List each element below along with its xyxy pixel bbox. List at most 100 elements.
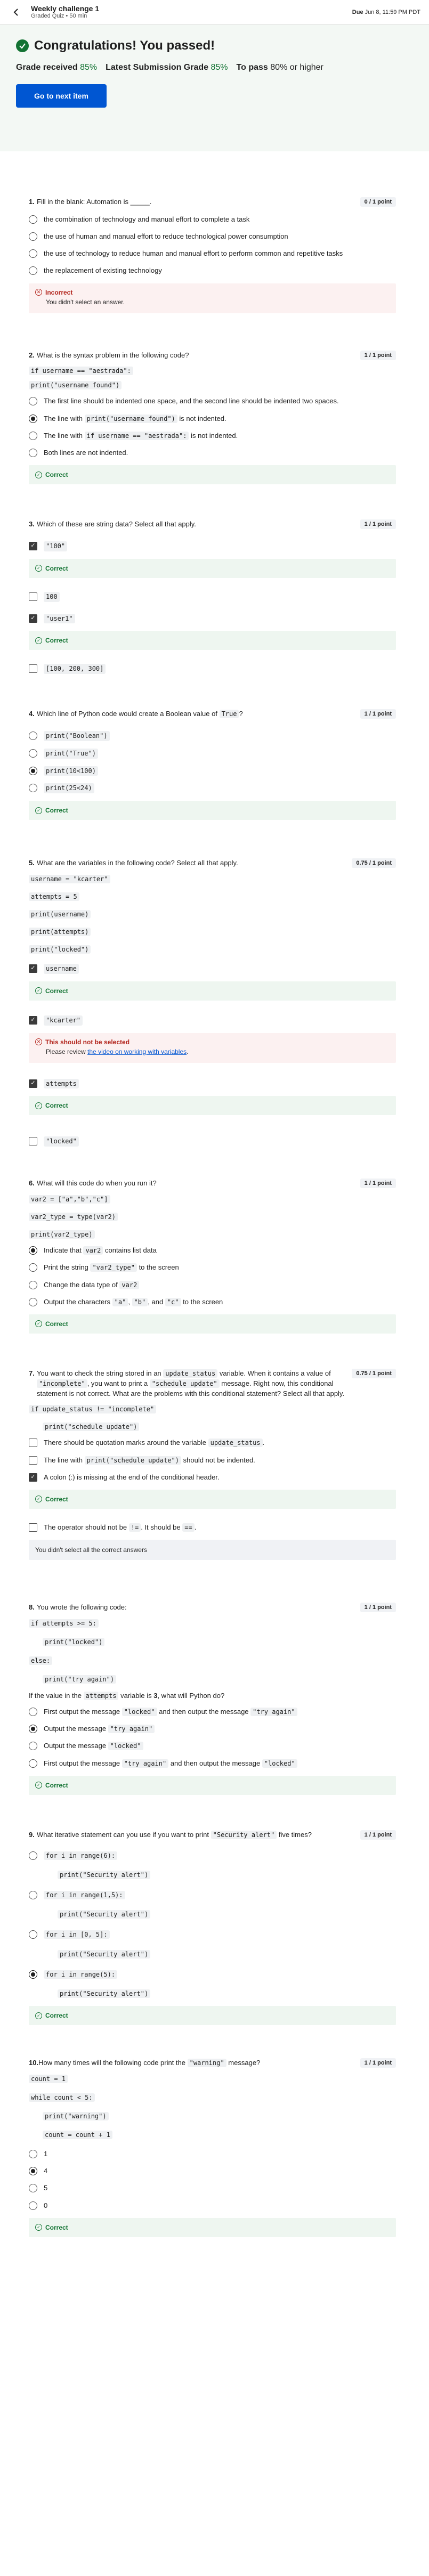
option[interactable]: print("True") [29,748,396,759]
option-label: The operator should not be !=. It should… [44,1523,196,1532]
option[interactable]: print("Boolean") [29,731,396,741]
checkbox[interactable] [29,1523,37,1532]
option[interactable]: for i in range(5): print("Security alert"… [29,1970,396,1998]
back-arrow-icon[interactable] [9,4,25,20]
option[interactable]: ✓ A colon (:) is missing at the end of th… [29,1473,396,1482]
checkbox-checked[interactable]: ✓ [29,964,37,973]
quiz-title: Weekly challenge 1 [31,4,100,13]
option[interactable]: The first line should be indented one sp… [29,396,396,406]
radio[interactable] [29,215,37,224]
option-label: The line with print("username found") is… [44,414,226,424]
option[interactable]: ✓ username [29,964,396,974]
option-text: Indicate that [44,1246,82,1255]
question-number: 4. [29,710,35,718]
radio[interactable] [29,2184,37,2193]
radio-selected[interactable] [29,414,37,423]
code-line: print(username) [29,910,91,919]
option[interactable]: 100 [29,591,396,602]
checkbox-checked[interactable]: ✓ [29,1079,37,1088]
option[interactable]: There should be quotation marks around t… [29,1438,396,1448]
radio[interactable] [29,431,37,440]
option[interactable]: the use of technology to reduce human an… [29,249,396,258]
radio-selected[interactable] [29,1970,37,1979]
option[interactable]: 4 [29,2166,396,2176]
radio[interactable] [29,2201,37,2210]
option-text: The line with [44,431,83,440]
radio-selected[interactable] [29,1246,37,1255]
option[interactable]: [100, 200, 300] [29,664,396,675]
option[interactable]: ✓ "100" [29,541,396,551]
radio-selected[interactable] [29,766,37,775]
checkbox[interactable] [29,664,37,673]
option[interactable]: Change the data type of var2 [29,1280,396,1290]
option[interactable]: the replacement of existing technology [29,266,396,275]
points-badge: 1 / 1 point [360,2058,396,2068]
option-label: Print the string "var2_type" to the scre… [44,1263,179,1272]
option[interactable]: for i in range(6): print("Security alert"… [29,1851,396,1880]
option-code: "kcarter" [44,1015,83,1026]
option[interactable]: for i in [0, 5]: print("Security alert") [29,1930,396,1959]
option[interactable]: 5 [29,2183,396,2193]
option[interactable]: ✓ "kcarter" [29,1015,396,1026]
radio[interactable] [29,1851,37,1860]
option[interactable]: Both lines are not indented. [29,448,396,458]
radio[interactable] [29,1930,37,1939]
radio[interactable] [29,784,37,793]
option[interactable]: "locked" [29,1136,396,1147]
radio[interactable] [29,1708,37,1716]
option[interactable]: Print the string "var2_type" to the scre… [29,1263,396,1272]
radio[interactable] [29,1742,37,1751]
option[interactable]: the combination of technology and manual… [29,215,396,224]
radio[interactable] [29,1280,37,1289]
option[interactable]: Indicate that var2 contains list data [29,1246,396,1255]
option[interactable]: the use of human and manual effort to re… [29,232,396,241]
option-code: == [182,1523,195,1532]
next-item-button[interactable]: Go to next item [16,84,107,108]
radio-selected[interactable] [29,2167,37,2176]
option-code: print("Security alert") [58,1910,151,1919]
option[interactable]: First output the message "try again" and… [29,1759,396,1768]
radio[interactable] [29,749,37,758]
radio[interactable] [29,232,37,241]
option[interactable]: Output the message "locked" [29,1741,396,1751]
radio[interactable] [29,1297,37,1306]
checkbox-checked[interactable]: ✓ [29,1473,37,1482]
radio[interactable] [29,2149,37,2158]
option[interactable]: Output the message "try again" [29,1724,396,1734]
points-badge: 1 / 1 point [360,1830,396,1840]
question-number: 1. [29,198,35,206]
checkbox-checked[interactable]: ✓ [29,614,37,623]
radio[interactable] [29,1263,37,1272]
option[interactable]: print(10<100) [29,766,396,776]
checkbox[interactable] [29,1439,37,1448]
option[interactable]: The line with print("schedule update") s… [29,1456,396,1465]
option[interactable]: First output the message "locked" and th… [29,1707,396,1717]
option[interactable]: The line with if username == "aestrada":… [29,431,396,441]
question-text-part: , you want to print a [87,1379,148,1387]
checkbox[interactable] [29,1456,37,1465]
radio[interactable] [29,249,37,258]
checkbox[interactable] [29,592,37,601]
radio-selected[interactable] [29,1725,37,1734]
option[interactable]: for i in range(1,5): print("Security aler… [29,1890,396,1919]
option[interactable]: Output the characters "a", "b", and "c" … [29,1297,396,1307]
checkbox-checked[interactable]: ✓ [29,1015,37,1025]
option[interactable]: 0 [29,2201,396,2211]
option[interactable]: ✓ attempts [29,1078,396,1089]
radio[interactable] [29,732,37,741]
option-code: for i in range(6): [44,1851,118,1860]
option[interactable]: print(25<24) [29,783,396,794]
checkbox[interactable] [29,1137,37,1146]
option[interactable]: 1 [29,2149,396,2159]
option[interactable]: The line with print("username found") is… [29,414,396,424]
radio[interactable] [29,1759,37,1768]
option[interactable]: The operator should not be !=. It should… [29,1523,396,1532]
radio[interactable] [29,1890,37,1899]
review-video-link[interactable]: the video on working with variables [87,1048,187,1055]
checkbox-checked[interactable]: ✓ [29,542,37,551]
radio[interactable] [29,397,37,406]
radio[interactable] [29,449,37,457]
option[interactable]: ✓ "user1" [29,613,396,624]
radio[interactable] [29,266,37,275]
question-2: 1 / 1 point 2. What is the syntax problem… [29,350,396,485]
